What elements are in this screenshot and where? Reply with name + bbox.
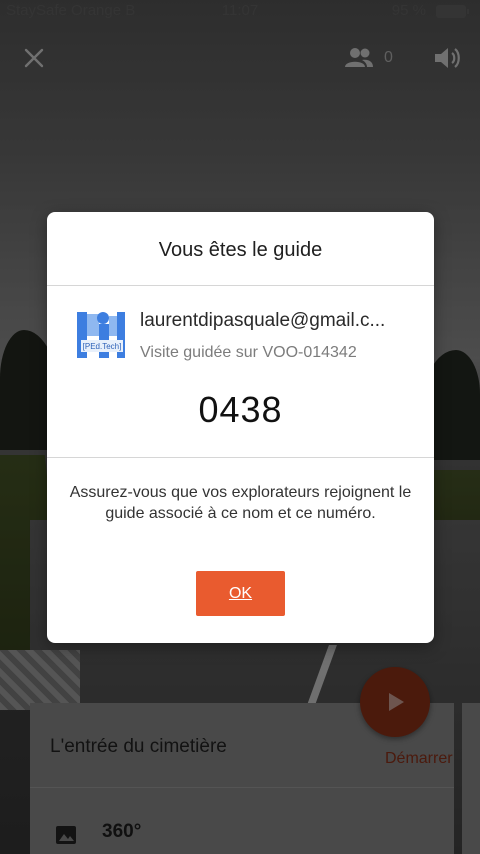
guide-code: 0438 <box>198 389 283 430</box>
ok-button[interactable]: OK <box>196 571 285 616</box>
dialog-message: Assurez-vous que vos explorateurs rejoig… <box>69 484 412 522</box>
divider <box>47 457 434 458</box>
logo-text: [PEd.Tech] <box>83 342 122 351</box>
tour-subtitle: Visite guidée sur VOO-014342 <box>140 344 357 361</box>
guide-dialog: Vous êtes le guide [PEd.Tech] laurentdip… <box>47 212 434 643</box>
dialog-title: Vous êtes le guide <box>158 239 323 261</box>
account-avatar: [PEd.Tech] <box>73 308 129 364</box>
account-email: laurentdipasquale@gmail.c... <box>140 310 386 331</box>
divider <box>47 285 434 286</box>
